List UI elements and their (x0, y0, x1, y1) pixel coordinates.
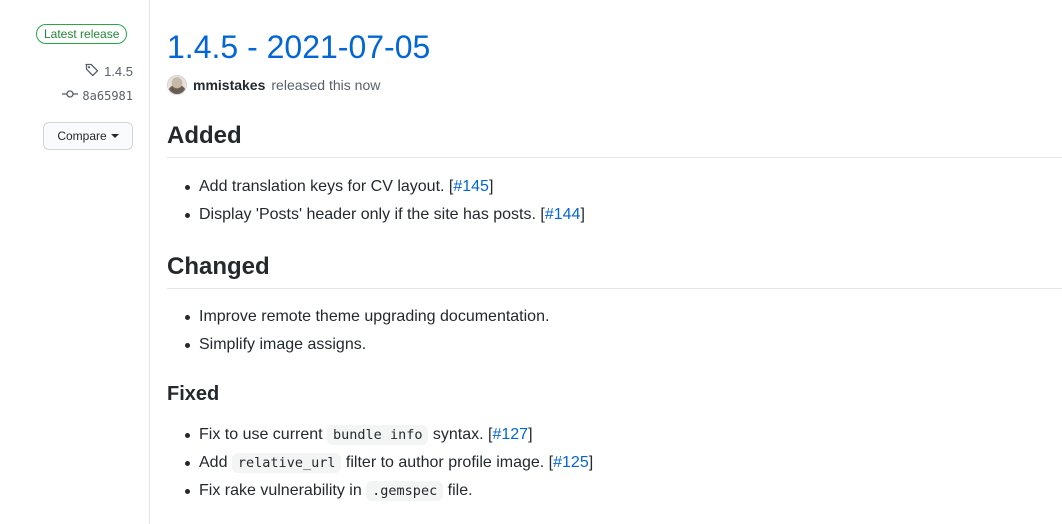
issue-link[interactable]: #144 (545, 206, 581, 223)
issue-link[interactable]: #145 (453, 178, 489, 195)
list-item: Fix rake vulnerability in .gemspec file. (181, 477, 593, 505)
list-item: Simplify image assigns. (181, 331, 549, 359)
compare-button[interactable]: Compare (43, 122, 133, 150)
heading-rule (167, 157, 1062, 158)
issue-link[interactable]: #125 (553, 454, 589, 471)
section-heading-changed: Changed (167, 253, 270, 280)
list-item: Fix to use current bundle info syntax. [… (181, 421, 593, 449)
issue-link[interactable]: #127 (492, 426, 528, 443)
list-item: Display 'Posts' header only if the site … (181, 201, 585, 229)
added-list: Add translation keys for CV layout. [#14… (181, 173, 585, 229)
section-heading-added: Added (167, 122, 242, 149)
release-meta: mmistakes released this now (167, 75, 380, 95)
author-link[interactable]: mmistakes (193, 77, 265, 93)
changed-list: Improve remote theme upgrading documenta… (181, 303, 549, 359)
release-sidebar: Latest release 1.4.5 8a65981 Compare (0, 0, 149, 524)
chevron-down-icon (110, 134, 119, 138)
list-item: Improve remote theme upgrading documenta… (181, 303, 549, 331)
released-text: released this now (271, 77, 381, 93)
sidebar-divider (149, 0, 150, 524)
list-item: Add relative_url filter to author profil… (181, 449, 593, 477)
inline-code: bundle info (327, 425, 429, 445)
heading-rule (167, 288, 1062, 289)
inline-code: .gemspec (366, 481, 444, 501)
release-body: 1.4.5 - 2021-07-05 mmistakes released th… (167, 0, 1062, 524)
section-heading-fixed: Fixed (167, 383, 220, 405)
inline-code: relative_url (231, 453, 342, 473)
release-title[interactable]: 1.4.5 - 2021-07-05 (167, 28, 430, 66)
latest-release-badge: Latest release (36, 24, 128, 44)
tag-icon (84, 62, 100, 81)
tag-link[interactable]: 1.4.5 (84, 62, 133, 81)
fixed-list: Fix to use current bundle info syntax. [… (181, 421, 593, 505)
commit-sha: 8a65981 (82, 88, 133, 103)
avatar[interactable] (167, 75, 187, 95)
commit-icon (62, 88, 79, 103)
list-item: Add translation keys for CV layout. [#14… (181, 173, 585, 201)
commit-link[interactable]: 8a65981 (62, 88, 133, 103)
compare-label: Compare (57, 129, 107, 143)
tag-name: 1.4.5 (104, 64, 133, 79)
